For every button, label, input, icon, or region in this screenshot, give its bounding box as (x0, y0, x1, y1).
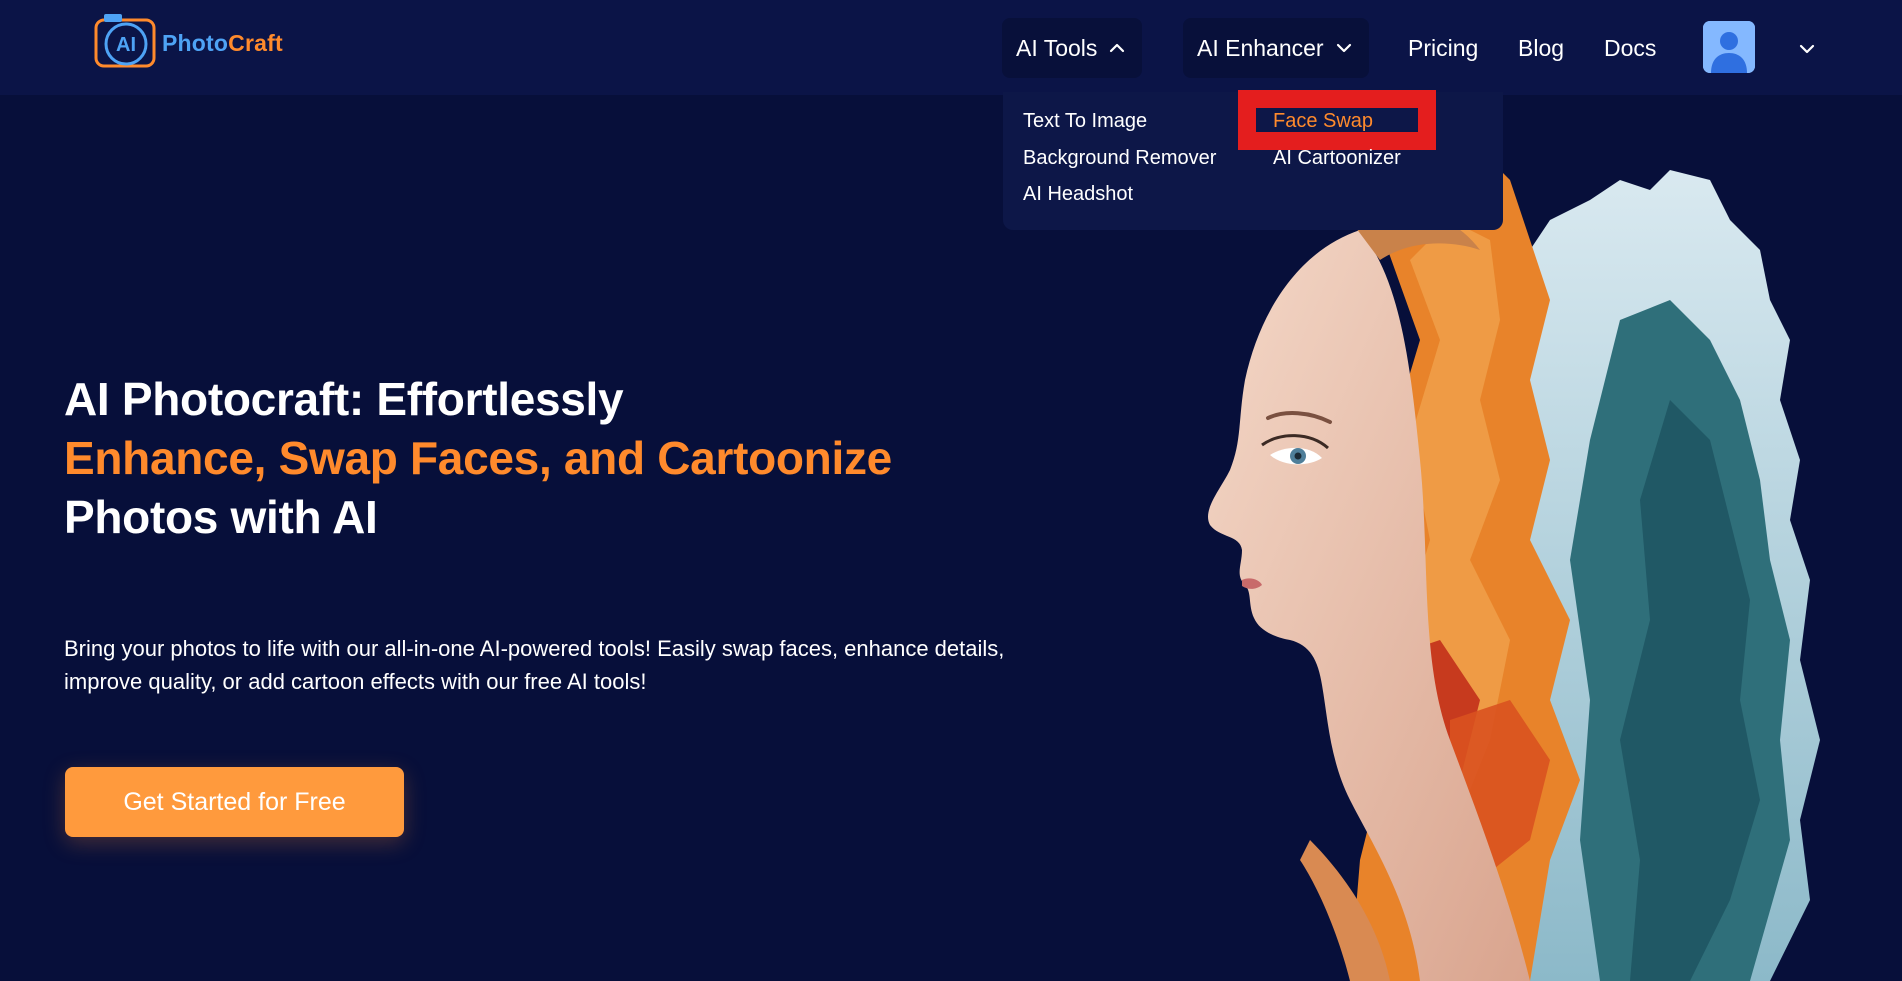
nav-pricing[interactable]: Pricing (1408, 35, 1478, 62)
logo-mark-text: AI (116, 34, 136, 56)
hero-title: AI Photocraft: Effortlessly Enhance, Swa… (64, 370, 1064, 547)
brand-logo[interactable]: AI PhotoCraft (92, 10, 302, 72)
brand-name-part2: Craft (228, 30, 283, 56)
account-chevron-down-icon[interactable] (1796, 38, 1818, 60)
menu-item-face-swap[interactable]: Face Swap (1273, 110, 1373, 133)
camera-logo-icon: AI (94, 14, 156, 68)
menu-item-ai-cartoonizer[interactable]: AI Cartoonizer (1273, 147, 1401, 170)
user-avatar[interactable] (1703, 21, 1755, 73)
nav-blog[interactable]: Blog (1518, 35, 1564, 62)
hero-title-line3: Photos with AI (64, 491, 378, 543)
nav-ai-tools[interactable]: AI Tools (1002, 18, 1142, 78)
brand-name-part1: Photo (162, 30, 229, 56)
brand-name: PhotoCraft (162, 30, 283, 57)
user-avatar-icon (1703, 21, 1755, 73)
menu-item-text-to-image[interactable]: Text To Image (1023, 110, 1147, 133)
hero-description: Bring your photos to life with our all-i… (64, 636, 1005, 694)
chevron-down-icon (1336, 43, 1351, 53)
hero-portrait-image (1208, 150, 1820, 981)
nav-ai-enhancer-label: AI Enhancer (1197, 34, 1324, 61)
ai-tools-dropdown-menu: Text To Image Face Swap Background Remov… (1003, 90, 1503, 230)
get-started-button[interactable]: Get Started for Free (65, 767, 404, 837)
menu-item-ai-headshot[interactable]: AI Headshot (1023, 183, 1133, 206)
hero-title-line2: Enhance, Swap Faces, and Cartoonize (64, 432, 892, 484)
site-header: AI PhotoCraft AI Tools AI Enhancer Prici… (0, 0, 1902, 95)
nav-ai-tools-label: AI Tools (1016, 34, 1098, 61)
menu-item-background-remover[interactable]: Background Remover (1023, 147, 1216, 170)
nav-docs[interactable]: Docs (1604, 35, 1656, 62)
hero-title-line1: AI Photocraft: Effortlessly (64, 373, 624, 425)
chevron-up-icon (1110, 43, 1125, 53)
nav-ai-enhancer[interactable]: AI Enhancer (1183, 18, 1369, 78)
